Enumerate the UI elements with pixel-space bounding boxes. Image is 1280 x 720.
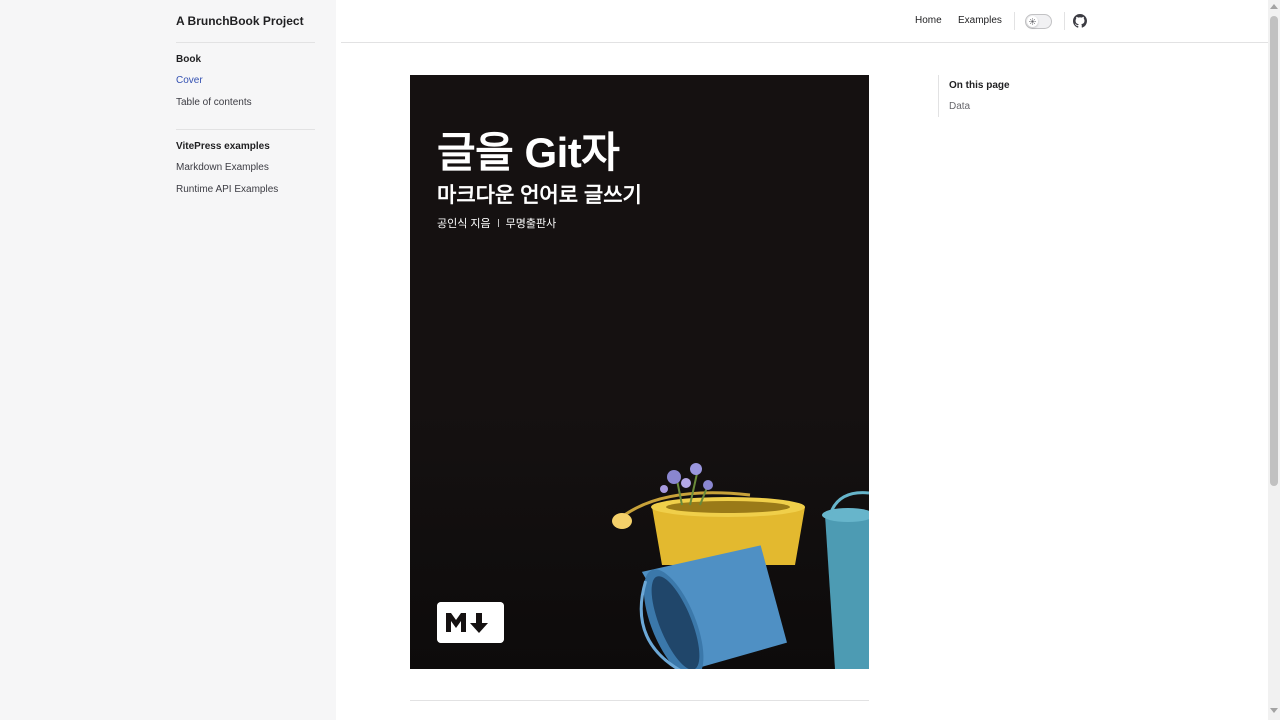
sun-icon <box>1029 18 1036 25</box>
navbar-divider <box>341 42 1268 43</box>
nav-link-home[interactable]: Home <box>915 14 942 28</box>
book-cover-image: 글을 Git자 마크다운 언어로 글쓰기 공인식 지음 무명출판사 <box>410 75 869 669</box>
cover-author: 공인식 지음 <box>437 218 491 230</box>
cover-publisher: 무명출판사 <box>505 218 557 230</box>
sidebar-item-runtime-api-examples[interactable]: Runtime API Examples <box>176 183 316 197</box>
sidebar-item-cover[interactable]: Cover <box>176 74 316 88</box>
cover-credits: 공인식 지음 무명출판사 <box>437 215 556 231</box>
sidebar-item-markdown-examples[interactable]: Markdown Examples <box>176 161 316 175</box>
markdown-logo-icon <box>437 602 504 643</box>
scrollbar-thumb[interactable] <box>1270 16 1278 486</box>
top-navbar <box>336 0 1268 43</box>
sidebar-divider <box>176 42 315 43</box>
outline-marker-line <box>938 75 939 117</box>
credits-separator <box>497 219 499 227</box>
scroll-down-arrow-icon[interactable] <box>1270 708 1278 713</box>
sidebar-item-table-of-contents[interactable]: Table of contents <box>176 96 316 110</box>
outline-title: On this page <box>949 80 1010 91</box>
outline-link-data[interactable]: Data <box>949 100 970 114</box>
scroll-up-arrow-icon[interactable] <box>1270 4 1278 9</box>
cover-subtitle: 마크다운 언어로 글쓰기 <box>437 184 642 207</box>
cover-title: 글을 Git자 <box>437 129 620 176</box>
sidebar-group-title: VitePress examples <box>176 141 270 152</box>
sidebar-group-vitepress-examples: VitePress examples Markdown Examples Run… <box>176 140 316 204</box>
sidebar-group-title: Book <box>176 54 201 65</box>
navbar-separator <box>1014 12 1015 30</box>
content-divider <box>410 700 869 701</box>
page-scrollbar[interactable] <box>1268 0 1280 720</box>
github-icon[interactable] <box>1073 14 1087 28</box>
navbar-separator <box>1064 12 1065 30</box>
nav-link-examples[interactable]: Examples <box>958 14 1002 28</box>
theme-toggle-switch[interactable] <box>1025 14 1052 29</box>
site-title[interactable]: A BrunchBook Project <box>176 14 304 28</box>
sidebar-group-book: Book Cover Table of contents <box>176 53 316 117</box>
sidebar-group-divider <box>176 129 315 130</box>
theme-toggle-knob <box>1027 16 1038 27</box>
buckets-and-flowers-illustration <box>612 463 869 669</box>
